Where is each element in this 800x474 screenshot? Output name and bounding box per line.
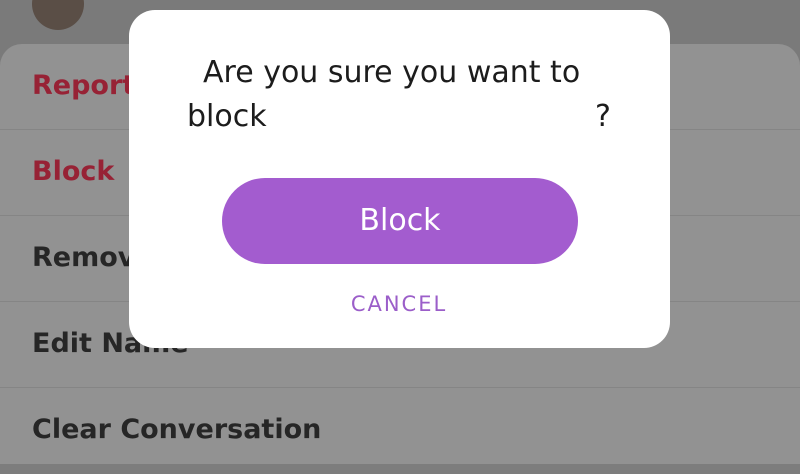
cancel-button[interactable]: CANCEL [299,292,499,316]
dialog-message-question-mark: ? [595,99,611,134]
block-button[interactable]: Block [222,178,578,264]
dialog-message-line2: block [187,99,267,134]
avatar [32,0,84,30]
menu-item-label: Clear Conversation [32,414,322,445]
menu-item-label: Block [32,156,115,187]
menu-item-label: Report [32,70,136,101]
dialog-message-line1: Are you sure you want to [203,55,581,90]
menu-item-clear-conversation[interactable]: Clear Conversation [0,388,800,474]
block-confirmation-dialog: Are you sure you want to block ? Block C… [129,10,670,348]
menu-item-label: Remov [32,242,136,273]
